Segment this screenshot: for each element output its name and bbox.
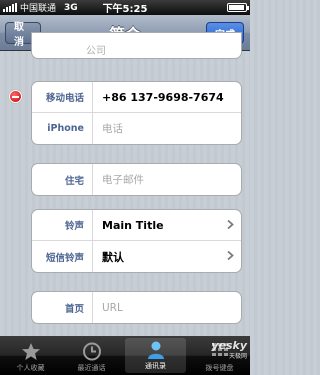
tab-label: 个人收藏	[16, 364, 45, 372]
homepage-label: 首页	[64, 303, 84, 315]
phone-label: 移动电话	[45, 93, 84, 104]
phone-label: iPhone	[47, 123, 84, 134]
sms-tone-label: 短信铃声	[45, 252, 84, 264]
tab-label: 通讯录	[145, 362, 166, 370]
homepage-placeholder[interactable]: URL	[93, 302, 241, 314]
email-group: 住宅 电子邮件	[31, 163, 242, 196]
phone-row-mobile[interactable]: 移动电话 +86 137-9698-7674	[32, 82, 241, 113]
company-field[interactable]: 公司	[31, 32, 242, 59]
phone-placeholder[interactable]: 电话	[93, 121, 241, 136]
battery-icon	[227, 3, 249, 12]
homepage-row[interactable]: 首页 URL	[32, 292, 241, 323]
homepage-group: 首页 URL	[31, 291, 242, 324]
watermark-sub: 天极网	[228, 353, 247, 360]
delete-phone-icon[interactable]	[9, 90, 22, 103]
email-row-home[interactable]: 住宅 电子邮件	[32, 164, 241, 195]
contacts-icon	[147, 341, 164, 359]
ringtone-value: Main Title	[102, 218, 164, 232]
sms-tone-value: 默认	[102, 250, 124, 264]
sms-tone-row[interactable]: 短信铃声 默认	[32, 241, 241, 272]
ringtone-group: 铃声 Main Title 短信铃声 默认	[31, 209, 242, 273]
phone-value[interactable]: +86 137-9698-7674	[93, 91, 241, 104]
watermark-logo: yesky 天极网	[211, 340, 247, 362]
star-icon	[21, 343, 40, 360]
chevron-right-icon	[227, 220, 234, 229]
email-label: 住宅	[64, 175, 84, 187]
ringtone-label: 铃声	[64, 221, 84, 232]
status-time: 下午5:25	[102, 4, 148, 15]
clock-icon	[82, 342, 101, 361]
status-bar: 中国联通 3G 下午5:25	[0, 0, 250, 15]
ringtone-row[interactable]: 铃声 Main Title	[32, 210, 241, 241]
company-placeholder: 公司	[86, 46, 106, 57]
chevron-right-icon	[227, 251, 234, 260]
tab-contacts[interactable]: 通讯录	[125, 338, 186, 373]
tab-recents[interactable]: 最近通话	[61, 336, 122, 375]
tab-label: 最近通话	[77, 364, 106, 372]
phone-group: 移动电话 +86 137-9698-7674 iPhone 电话	[31, 81, 242, 145]
tab-label: 拨号键盘	[205, 364, 234, 372]
phone-row-iphone[interactable]: iPhone 电话	[32, 113, 241, 144]
email-placeholder[interactable]: 电子邮件	[93, 172, 241, 187]
tab-favorites[interactable]: 个人收藏	[0, 336, 61, 375]
